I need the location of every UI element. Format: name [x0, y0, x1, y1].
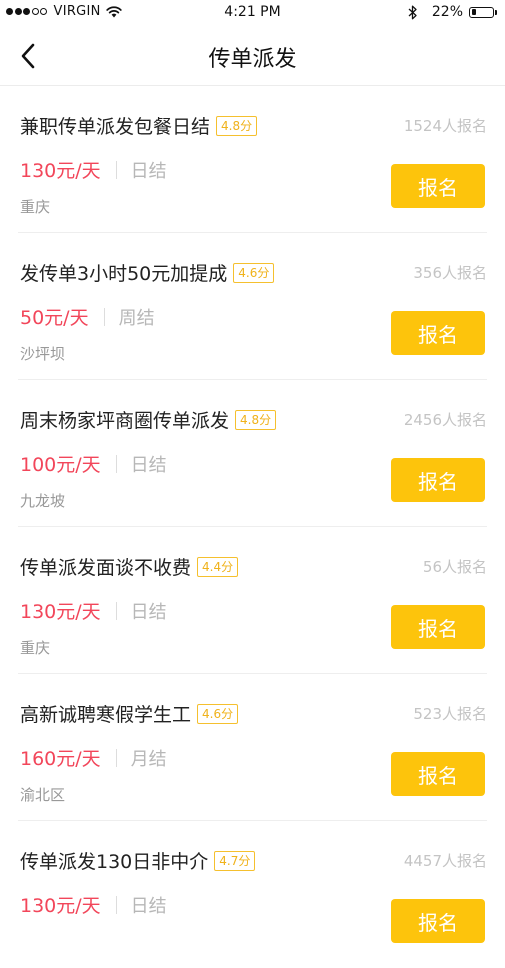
salary: 160元/天	[20, 748, 101, 770]
job-title-row: 传单派发130日非中介 4.7分	[20, 847, 256, 874]
job-title: 高新诚聘寒假学生工	[20, 704, 192, 726]
apply-button[interactable]: 报名	[391, 899, 485, 943]
job-title: 传单派发130日非中介	[20, 851, 209, 873]
settlement-type: 周结	[118, 307, 155, 329]
battery-percent: 22%	[431, 4, 463, 20]
job-title: 周末杨家坪商圈传单派发	[20, 410, 230, 432]
rating-badge: 4.6分	[233, 262, 275, 283]
signup-count: 2456人报名	[403, 411, 487, 429]
divider	[115, 748, 117, 767]
location: 九龙坡	[20, 492, 66, 510]
rating-badge: 4.6分	[197, 703, 239, 724]
battery-icon	[469, 6, 494, 18]
page-title: 传单派发	[208, 47, 297, 72]
nav-bar: 传单派发	[0, 26, 505, 86]
rating-badge: 4.7分	[214, 850, 256, 871]
divider	[103, 307, 105, 326]
salary: 130元/天	[20, 895, 101, 917]
job-list-item[interactable]: 传单派发面谈不收费 4.4分 56人报名 130元/天 日结 重庆 报名	[18, 527, 487, 674]
job-title-row: 发传单3小时50元加提成 4.6分	[20, 259, 275, 286]
job-list-item[interactable]: 兼职传单派发包餐日结 4.8分 1524人报名 130元/天 日结 重庆 报名	[18, 86, 487, 233]
apply-button[interactable]: 报名	[391, 458, 485, 502]
status-bar: VIRGIN 4:21 PM 22%	[0, 0, 505, 26]
job-list-item[interactable]: 高新诚聘寒假学生工 4.6分 523人报名 160元/天 月结 渝北区 报名	[18, 674, 487, 821]
apply-button[interactable]: 报名	[391, 311, 485, 355]
signup-count: 1524人报名	[403, 117, 487, 135]
pay-row: 130元/天 日结	[20, 891, 167, 918]
rating-badge: 4.4分	[197, 556, 239, 577]
settlement-type: 日结	[130, 895, 167, 917]
pay-row: 160元/天 月结	[20, 744, 167, 771]
job-title-row: 高新诚聘寒假学生工 4.6分	[20, 700, 239, 727]
bluetooth-icon	[408, 5, 417, 19]
location: 重庆	[20, 639, 51, 657]
job-title-row: 周末杨家坪商圈传单派发 4.8分	[20, 406, 277, 433]
job-title-row: 传单派发面谈不收费 4.4分	[20, 553, 239, 580]
apply-button[interactable]: 报名	[391, 605, 485, 649]
rating-badge: 4.8分	[235, 409, 277, 430]
job-title: 兼职传单派发包餐日结	[20, 116, 211, 138]
job-list: 兼职传单派发包餐日结 4.8分 1524人报名 130元/天 日结 重庆 报名 …	[0, 86, 505, 968]
salary: 130元/天	[20, 160, 101, 182]
job-list-item[interactable]: 周末杨家坪商圈传单派发 4.8分 2456人报名 100元/天 日结 九龙坡 报…	[18, 380, 487, 527]
location: 渝北区	[20, 786, 66, 804]
status-right: 22%	[408, 4, 497, 20]
signup-count: 56人报名	[422, 558, 487, 576]
divider	[115, 160, 117, 179]
job-list-item[interactable]: 发传单3小时50元加提成 4.6分 356人报名 50元/天 周结 沙坪坝 报名	[18, 233, 487, 380]
salary: 130元/天	[20, 601, 101, 623]
rating-badge: 4.8分	[216, 115, 258, 136]
pay-row: 100元/天 日结	[20, 450, 167, 477]
pay-row: 130元/天 日结	[20, 597, 167, 624]
signup-count: 523人报名	[413, 705, 487, 723]
signup-count: 4457人报名	[403, 852, 487, 870]
settlement-type: 日结	[130, 160, 167, 182]
apply-button[interactable]: 报名	[391, 752, 485, 796]
settlement-type: 日结	[130, 454, 167, 476]
divider	[115, 454, 117, 473]
divider	[115, 601, 117, 620]
pay-row: 50元/天 周结	[20, 303, 155, 330]
location: 沙坪坝	[20, 345, 66, 363]
job-title: 传单派发面谈不收费	[20, 557, 192, 579]
job-title-row: 兼职传单派发包餐日结 4.8分	[20, 112, 258, 139]
pay-row: 130元/天 日结	[20, 156, 167, 183]
job-title: 发传单3小时50元加提成	[20, 263, 228, 285]
battery-fill	[471, 9, 476, 15]
location: 重庆	[20, 198, 51, 216]
battery-cap	[495, 9, 497, 15]
settlement-type: 月结	[130, 748, 167, 770]
salary: 50元/天	[20, 307, 89, 329]
settlement-type: 日结	[130, 601, 167, 623]
divider	[115, 895, 117, 914]
signup-count: 356人报名	[413, 264, 487, 282]
apply-button[interactable]: 报名	[391, 164, 485, 208]
job-list-item[interactable]: 传单派发130日非中介 4.7分 4457人报名 130元/天 日结 报名	[18, 821, 487, 968]
salary: 100元/天	[20, 454, 101, 476]
